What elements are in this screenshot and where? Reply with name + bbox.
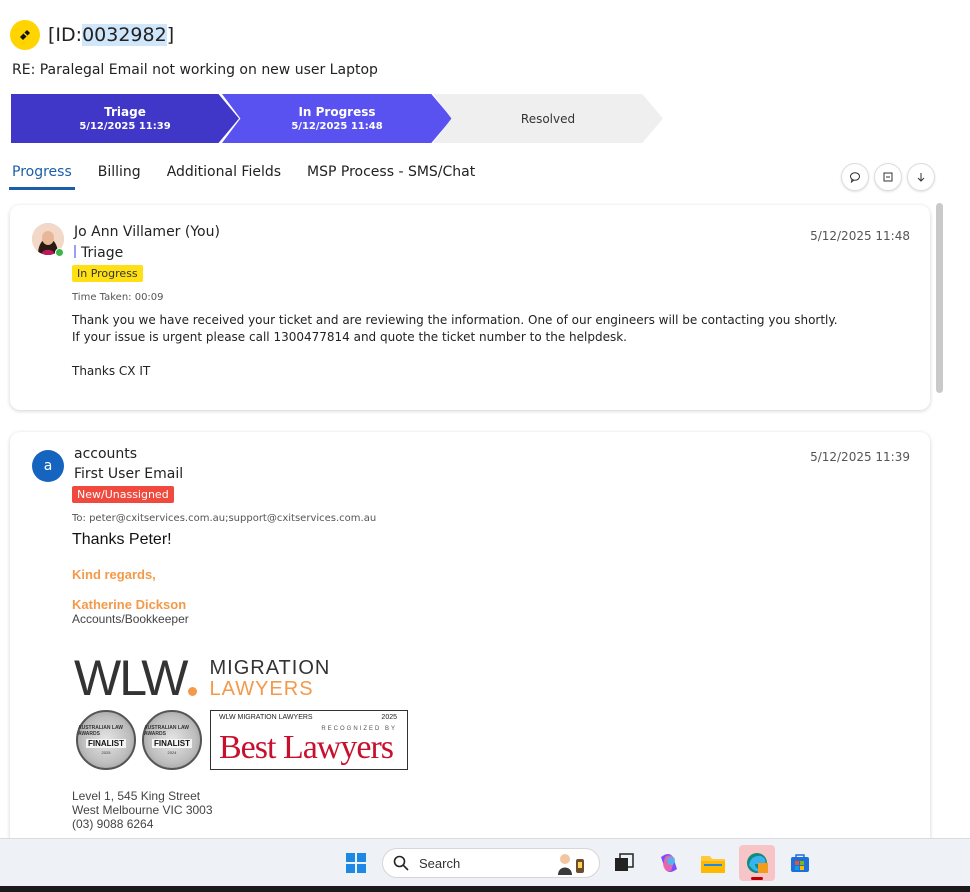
timeline-entry: a accounts 5/12/2025 11:39 First User Em… bbox=[10, 432, 930, 852]
tab-msp-process[interactable]: MSP Process - SMS/Chat bbox=[304, 162, 478, 190]
chat-bubble-icon[interactable] bbox=[841, 163, 869, 191]
entry-author: Jo Ann Villamer (You) bbox=[74, 224, 220, 240]
microsoft-store-icon[interactable] bbox=[782, 845, 818, 881]
copilot-icon[interactable] bbox=[651, 845, 687, 881]
email-regards: Kind regards, bbox=[72, 567, 156, 582]
company-logo: WLW MIGRATION LAWYERS bbox=[74, 650, 331, 706]
entry-stage: First User Email bbox=[74, 466, 184, 482]
ticket-icon bbox=[10, 20, 40, 50]
scrollbar-thumb[interactable] bbox=[936, 203, 943, 393]
ticket-id: [ID:0032982] bbox=[48, 24, 175, 46]
award-badges: AUSTRALIAN LAW AWARDS FINALIST 2025 AUST… bbox=[76, 710, 408, 770]
step-resolved[interactable]: Resolved bbox=[433, 94, 663, 143]
email-recipients: To: peter@cxitservices.com.au;support@cx… bbox=[72, 513, 377, 524]
screen-bottom-edge bbox=[0, 886, 970, 892]
signature-role: Accounts/Bookkeeper bbox=[72, 612, 189, 626]
windows-start-icon[interactable] bbox=[338, 845, 374, 881]
step-in-progress[interactable]: In Progress 5/12/2025 11:48 bbox=[222, 94, 452, 143]
timeline-entry: Jo Ann Villamer (You) 5/12/2025 11:48 Tr… bbox=[10, 205, 930, 410]
tab-progress[interactable]: Progress bbox=[9, 162, 75, 190]
signature-name: Katherine Dickson bbox=[72, 597, 187, 612]
ticket-header: [ID:0032982] bbox=[10, 20, 174, 50]
tab-additional-fields[interactable]: Additional Fields bbox=[164, 162, 284, 190]
taskbar: Search bbox=[0, 838, 970, 886]
tab-bar: Progress Billing Additional Fields MSP P… bbox=[9, 162, 498, 190]
email-greeting: Thanks Peter! bbox=[72, 531, 172, 548]
signature-address: Level 1, 545 King Street West Melbourne … bbox=[72, 789, 213, 831]
task-view-icon[interactable] bbox=[606, 845, 642, 881]
time-taken: Time Taken: 00:09 bbox=[72, 292, 164, 303]
entry-timestamp: 5/12/2025 11:48 bbox=[810, 229, 910, 243]
tab-billing[interactable]: Billing bbox=[95, 162, 144, 190]
file-explorer-icon[interactable] bbox=[695, 845, 731, 881]
tab-actions bbox=[836, 163, 935, 191]
collapse-icon[interactable] bbox=[874, 163, 902, 191]
edge-browser-icon[interactable] bbox=[739, 845, 775, 881]
ticket-number[interactable]: 0032982 bbox=[82, 24, 167, 46]
step-triage[interactable]: Triage 5/12/2025 11:39 bbox=[11, 94, 239, 143]
award-medal: AUSTRALIAN LAW AWARDS FINALIST 2025 bbox=[76, 710, 136, 770]
entry-author: accounts bbox=[74, 446, 138, 462]
taskbar-search[interactable]: Search bbox=[382, 848, 600, 878]
entry-body: Thank you we have received your ticket a… bbox=[72, 313, 838, 378]
search-placeholder: Search bbox=[419, 855, 461, 871]
status-badge: New/Unassigned bbox=[72, 486, 174, 503]
search-highlight-icon bbox=[558, 854, 584, 875]
entry-timestamp: 5/12/2025 11:39 bbox=[810, 450, 910, 464]
ticket-subject: RE: Paralegal Email not working on new u… bbox=[12, 62, 378, 78]
search-icon bbox=[393, 855, 409, 871]
avatar: a bbox=[32, 450, 64, 482]
download-arrow-icon[interactable] bbox=[907, 163, 935, 191]
entry-stage: Triage bbox=[74, 245, 123, 261]
award-medal: AUSTRALIAN LAW AWARDS FINALIST 2024 bbox=[142, 710, 202, 770]
online-status-dot bbox=[55, 248, 64, 257]
status-badge: In Progress bbox=[72, 265, 143, 282]
best-lawyers-badge: WLW MIGRATION LAWYERS 2025 RECOGNIZED BY… bbox=[210, 710, 408, 770]
status-stepper: Triage 5/12/2025 11:39 In Progress 5/12/… bbox=[11, 94, 663, 144]
